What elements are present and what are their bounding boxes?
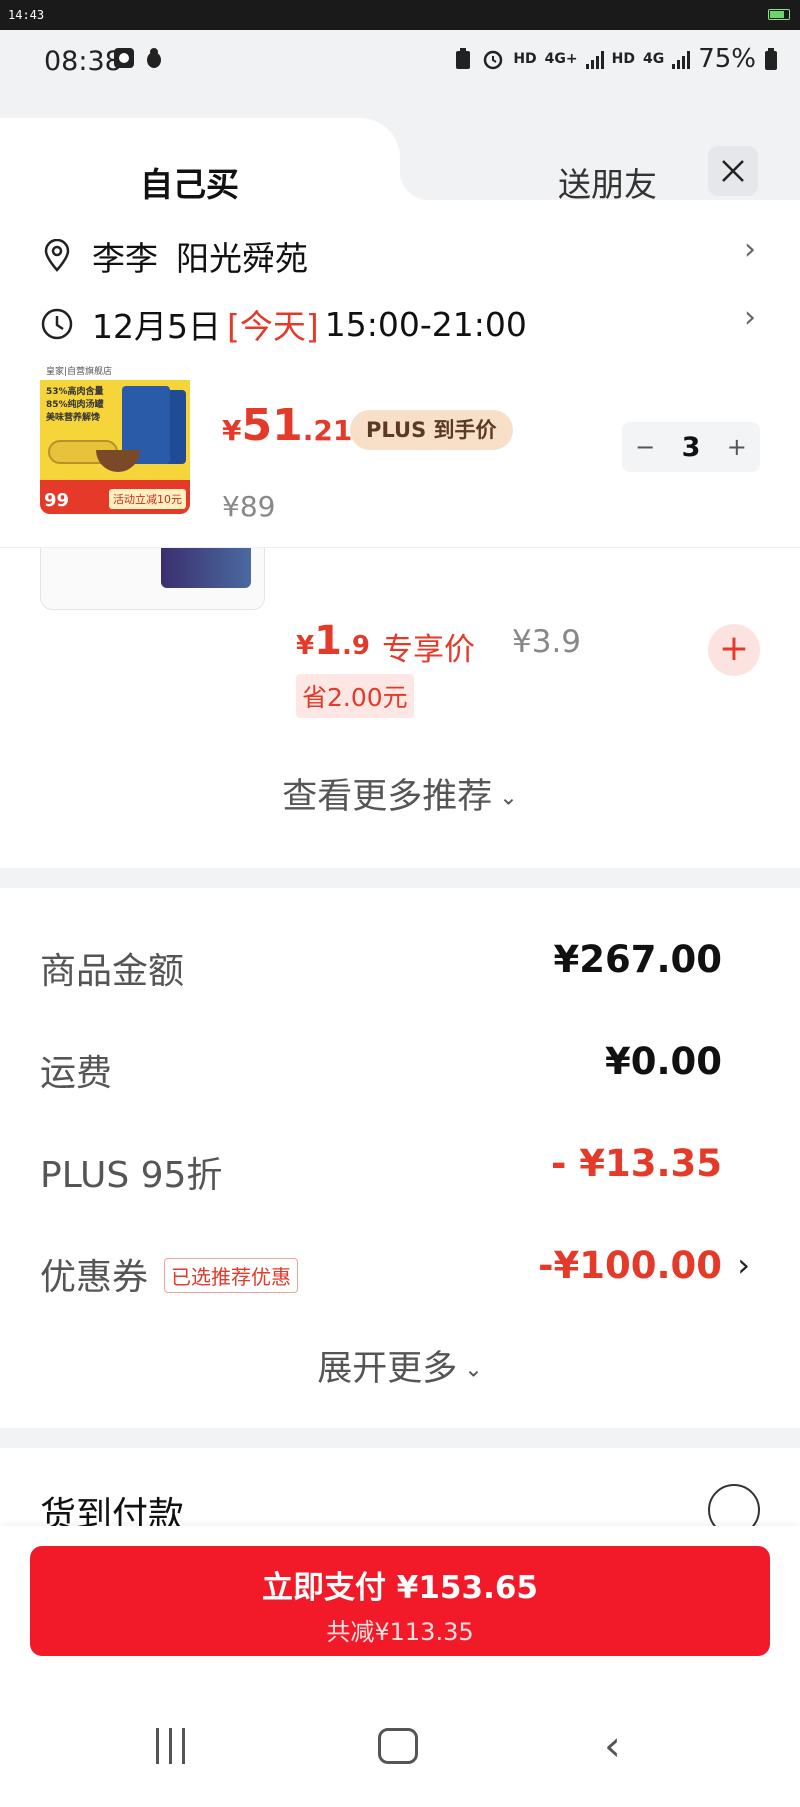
status-clock: 08:38 [44, 46, 122, 77]
chevron-down-icon: ⌄ [492, 785, 518, 811]
product-image[interactable]: 皇家|自营旗舰店 53%高肉含量 85%纯肉汤罐 美味营养解馋 99 活动立减1… [40, 364, 190, 514]
plus-discount-label: PLUS 95折 [40, 1155, 223, 1196]
phone-screen: 08:38 HD 4G+ HD 4G 75% 自己买 送朋友 李李 阳光舜苑 ›… [0, 30, 800, 1807]
recommend-product-image[interactable] [40, 548, 265, 610]
app-notification-icon [147, 48, 161, 68]
coupon-label[interactable]: 优惠券 已选推荐优惠 [40, 1248, 299, 1300]
media-icon [114, 48, 134, 68]
decrease-button[interactable]: − [635, 433, 655, 461]
receiver-name: 李李 [92, 239, 158, 278]
back-icon[interactable]: ‹ [604, 1725, 621, 1767]
pay-bar: 立即支付 ¥153.65 共减¥113.35 [0, 1526, 800, 1676]
recommend-price: ¥1.9 [296, 618, 370, 664]
clock-icon [41, 308, 73, 340]
section-divider [0, 868, 800, 888]
home-icon[interactable] [378, 1728, 418, 1764]
shipping-label: 运费 [40, 1053, 113, 1094]
net1-gen: 4G+ [544, 51, 578, 67]
outer-battery-icon [768, 9, 790, 20]
address-place: 阳光舜苑 [176, 239, 308, 278]
exclusive-price-label: 专享价 [382, 632, 475, 668]
delivery-today: [今天] [227, 307, 319, 346]
plus-price-tag: PLUS 到手价 [350, 410, 513, 450]
thumb-badge: 99 [44, 490, 70, 511]
expand-more-link[interactable]: 展开更多 ⌄ [0, 1340, 800, 1391]
thumb-text: 53%高肉含量 85%纯肉汤罐 美味营养解馋 [46, 387, 104, 423]
address-row[interactable]: 李李 阳光舜苑 [40, 232, 308, 280]
battery-saver-icon [456, 48, 471, 69]
recent-apps-icon[interactable] [156, 1728, 185, 1764]
net2-label: HD [611, 51, 635, 67]
delivery-window: 15:00-21:00 [324, 304, 527, 344]
system-nav-bar: ‹ [0, 1676, 800, 1807]
goods-amount-label: 商品金额 [40, 951, 185, 992]
more-recommend-link[interactable]: 查看更多推荐 ⌄ [0, 768, 800, 819]
status-bar: 08:38 HD 4G+ HD 4G 75% [0, 30, 800, 88]
add-recommend-button[interactable]: + [708, 624, 760, 676]
close-icon [722, 160, 744, 182]
coupon-chevron-icon[interactable]: › [737, 1246, 750, 1284]
net2-gen: 4G [642, 51, 665, 67]
purchase-mode-tabs: 自己买 送朋友 [0, 88, 800, 204]
increase-button[interactable]: + [727, 433, 747, 461]
outer-status-bar: 14:43 [0, 0, 800, 30]
signal-icon-2 [672, 49, 691, 69]
outer-clock: 14:43 [8, 8, 45, 22]
signal-icon [585, 49, 604, 69]
chevron-down-icon: ⌄ [457, 1357, 483, 1383]
address-chevron-icon[interactable]: › [744, 232, 756, 267]
plus-discount-value: - ¥13.35 [550, 1142, 722, 1185]
shipping-value: ¥0.00 [604, 1040, 722, 1083]
status-right: HD 4G+ HD 4G 75% [453, 44, 778, 74]
battery-icon [765, 48, 777, 70]
quantity-value[interactable]: 3 [682, 432, 701, 463]
alarm-icon [484, 50, 503, 70]
location-pin-icon [44, 239, 70, 272]
tab-gift[interactable]: 送朋友 [558, 158, 657, 206]
goods-amount-value: ¥267.00 [553, 938, 722, 981]
pay-savings: 共减¥113.35 [326, 1618, 474, 1646]
coupon-value[interactable]: -¥100.00 [538, 1244, 722, 1287]
close-button[interactable] [708, 146, 758, 196]
pay-amount: 立即支付 ¥153.65 [262, 1570, 538, 1606]
thumb-activity: 活动立减10元 [109, 489, 186, 509]
recommend-section: ¥1.9 专享价 ¥3.9 省2.00元 + 查看更多推荐 ⌄ [0, 548, 800, 868]
delivery-chevron-icon[interactable]: › [744, 300, 756, 335]
pay-now-button[interactable]: 立即支付 ¥153.65 共减¥113.35 [30, 1546, 770, 1656]
tab-self[interactable]: 自己买 [140, 158, 239, 206]
product-original-price: ¥89 [222, 490, 276, 523]
thumb-store: 皇家|自营旗舰店 [40, 364, 190, 380]
net1-label: HD [513, 51, 537, 67]
quantity-stepper: − 3 + [622, 422, 760, 472]
save-badge: 省2.00元 [296, 674, 414, 718]
product-price: ¥51.21 [222, 400, 353, 451]
delivery-date: 12月5日 [92, 307, 221, 346]
section-divider-2 [0, 1428, 800, 1448]
delivery-time-row[interactable]: 12月5日 [今天] 15:00-21:00 [40, 300, 527, 348]
battery-percent: 75% [698, 44, 756, 74]
recommend-original-price: ¥3.9 [512, 624, 582, 660]
coupon-tag: 已选推荐优惠 [164, 1257, 299, 1293]
